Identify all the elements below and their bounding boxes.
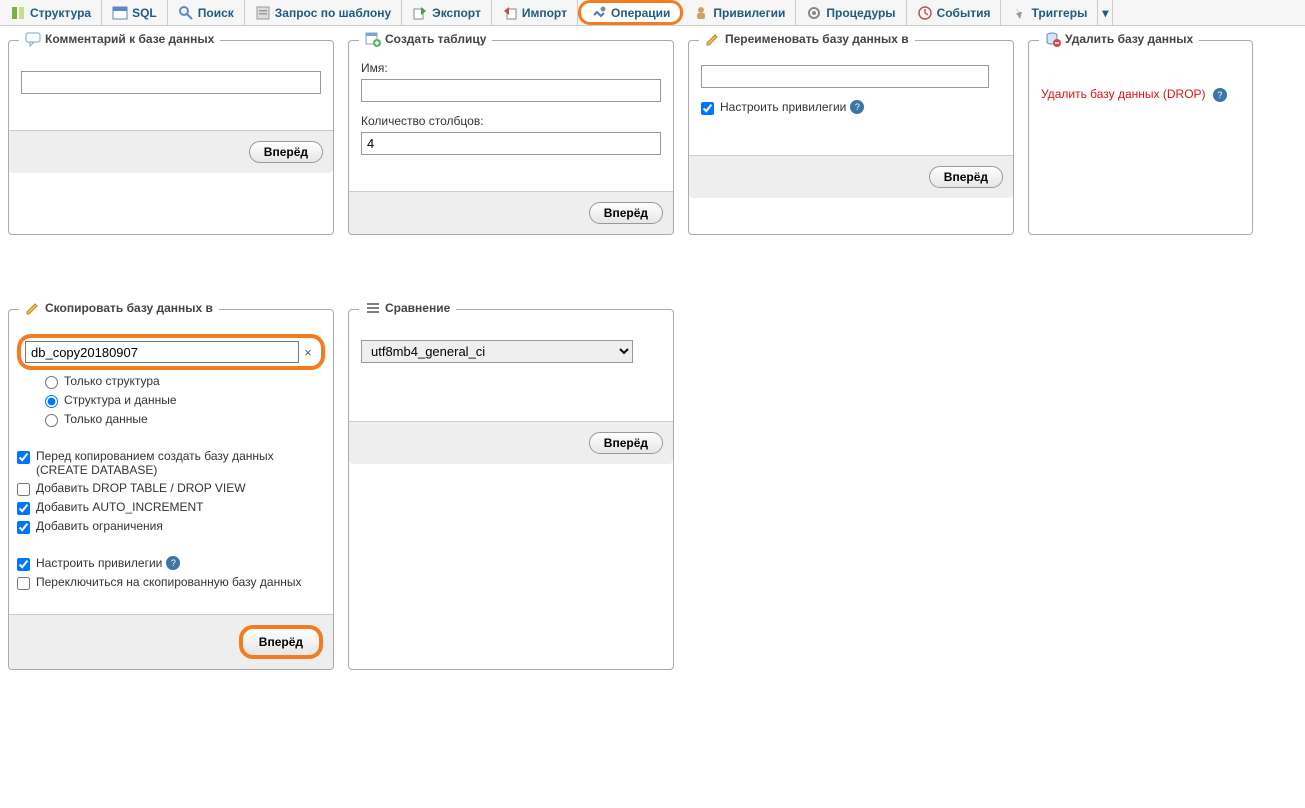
chk-switch-label: Переключиться на скопированную базу данн… — [36, 575, 301, 589]
panel-title: Комментарий к базе данных — [45, 32, 214, 46]
panel-delete-db: Удалить базу данных Удалить базу данных … — [1028, 40, 1253, 235]
chk-drop-label: Добавить DROP TABLE / DROP VIEW — [36, 481, 246, 495]
sql-icon — [112, 5, 128, 21]
collation-icon — [365, 300, 381, 316]
chk-create-db[interactable] — [17, 451, 30, 464]
chk-constraints[interactable] — [17, 521, 30, 534]
events-icon — [917, 5, 933, 21]
panel-collation: Сравнение utf8mb4_general_ci Вперёд — [348, 309, 674, 670]
tab-label: Триггеры — [1031, 6, 1087, 20]
tab-label: Привилегии — [713, 6, 785, 20]
name-label: Имя: — [361, 61, 661, 75]
chk-privileges-label: Настроить привилегии — [36, 556, 162, 570]
tab-sql[interactable]: SQL — [102, 0, 168, 25]
tab-routines[interactable]: Процедуры — [796, 0, 906, 25]
radio-structure-only-label: Только структура — [64, 374, 160, 388]
panel-create-table: Создать таблицу Имя: Количество столбцов… — [348, 40, 674, 235]
tab-search[interactable]: Поиск — [168, 0, 245, 25]
triggers-icon — [1011, 5, 1027, 21]
panel-title: Сравнение — [385, 301, 450, 315]
structure-icon — [10, 5, 26, 21]
chk-create-db-label: Перед копированием создать базу данных (… — [36, 449, 325, 477]
panel-copy-db: Скопировать базу данных в × Только струк… — [8, 309, 334, 670]
panel-title: Создать таблицу — [385, 32, 486, 46]
help-icon[interactable]: ? — [166, 556, 180, 570]
pencil-icon — [25, 300, 41, 316]
top-tab-bar: Структура SQL Поиск Запрос по шаблону Эк… — [0, 0, 1305, 26]
tab-label: Запрос по шаблону — [275, 6, 391, 20]
tab-label: Импорт — [522, 6, 567, 20]
go-button-comment[interactable]: Вперёд — [249, 141, 323, 163]
help-icon[interactable]: ? — [850, 100, 864, 114]
query-icon — [255, 5, 271, 21]
tab-label: Поиск — [198, 6, 234, 20]
radio-data-only-label: Только данные — [64, 412, 148, 426]
chk-drop[interactable] — [17, 483, 30, 496]
go-button-rename[interactable]: Вперёд — [929, 166, 1003, 188]
create-table-icon — [365, 31, 381, 47]
collation-select[interactable]: utf8mb4_general_ci — [361, 340, 633, 363]
table-name-input[interactable] — [361, 79, 661, 102]
panel-db-comment: Комментарий к базе данных Вперёд — [8, 40, 334, 235]
chk-privileges[interactable] — [17, 558, 30, 571]
panel-title: Удалить базу данных — [1065, 32, 1193, 46]
db-comment-input[interactable] — [21, 71, 321, 94]
tab-label: Процедуры — [826, 6, 895, 20]
rename-adjust-privileges-checkbox[interactable] — [701, 102, 714, 115]
tab-triggers[interactable]: Триггеры — [1001, 0, 1098, 25]
tab-label: Структура — [30, 6, 91, 20]
operations-icon — [591, 5, 607, 21]
tab-operations[interactable]: Операции — [578, 0, 683, 25]
tab-query[interactable]: Запрос по шаблону — [245, 0, 402, 25]
tab-privileges[interactable]: Привилегии — [683, 0, 796, 25]
panel-rename-db: Переименовать базу данных в Настроить пр… — [688, 40, 1014, 235]
clear-icon[interactable]: × — [299, 345, 317, 360]
drop-database-link[interactable]: Удалить базу данных (DROP) — [1041, 87, 1206, 101]
radio-structure-data-label: Структура и данные — [64, 393, 177, 407]
tab-label: События — [937, 6, 991, 20]
rename-adjust-privileges-label: Настроить привилегии — [720, 100, 846, 114]
export-icon — [412, 5, 428, 21]
chk-constraints-label: Добавить ограничения — [36, 519, 163, 533]
delete-db-icon — [1045, 31, 1061, 47]
privileges-icon — [693, 5, 709, 21]
panel-title: Переименовать базу данных в — [725, 32, 909, 46]
go-button-collation[interactable]: Вперёд — [589, 432, 663, 454]
radio-data-only[interactable] — [45, 414, 58, 427]
tab-events[interactable]: События — [907, 0, 1002, 25]
help-icon[interactable]: ? — [1213, 88, 1227, 102]
rename-db-input[interactable] — [701, 65, 989, 88]
chk-autoinc[interactable] — [17, 502, 30, 515]
chk-autoinc-label: Добавить AUTO_INCREMENT — [36, 500, 204, 514]
radio-structure-data[interactable] — [45, 395, 58, 408]
tab-structure[interactable]: Структура — [0, 0, 102, 25]
import-icon — [502, 5, 518, 21]
columns-label: Количество столбцов: — [361, 114, 661, 128]
go-button-copy[interactable]: Вперёд — [239, 625, 323, 659]
chevron-down-icon: ▾ — [1102, 6, 1108, 20]
tab-export[interactable]: Экспорт — [402, 0, 492, 25]
copy-db-input-highlight: × — [17, 334, 325, 370]
tab-more[interactable]: ▾ — [1098, 0, 1113, 25]
chk-switch[interactable] — [17, 577, 30, 590]
comment-icon — [25, 31, 41, 47]
panels-container: Комментарий к базе данных Вперёд Создать… — [0, 26, 1305, 684]
radio-structure-only[interactable] — [45, 376, 58, 389]
tab-label: SQL — [132, 6, 157, 20]
copy-db-name-input[interactable] — [25, 341, 299, 363]
columns-count-input[interactable] — [361, 132, 661, 155]
tab-import[interactable]: Импорт — [492, 0, 578, 25]
panel-title: Скопировать базу данных в — [45, 301, 213, 315]
tab-label: Экспорт — [432, 6, 481, 20]
tab-label: Операции — [611, 6, 670, 20]
pencil-icon — [705, 31, 721, 47]
routines-icon — [806, 5, 822, 21]
search-icon — [178, 5, 194, 21]
go-button-create-table[interactable]: Вперёд — [589, 202, 663, 224]
